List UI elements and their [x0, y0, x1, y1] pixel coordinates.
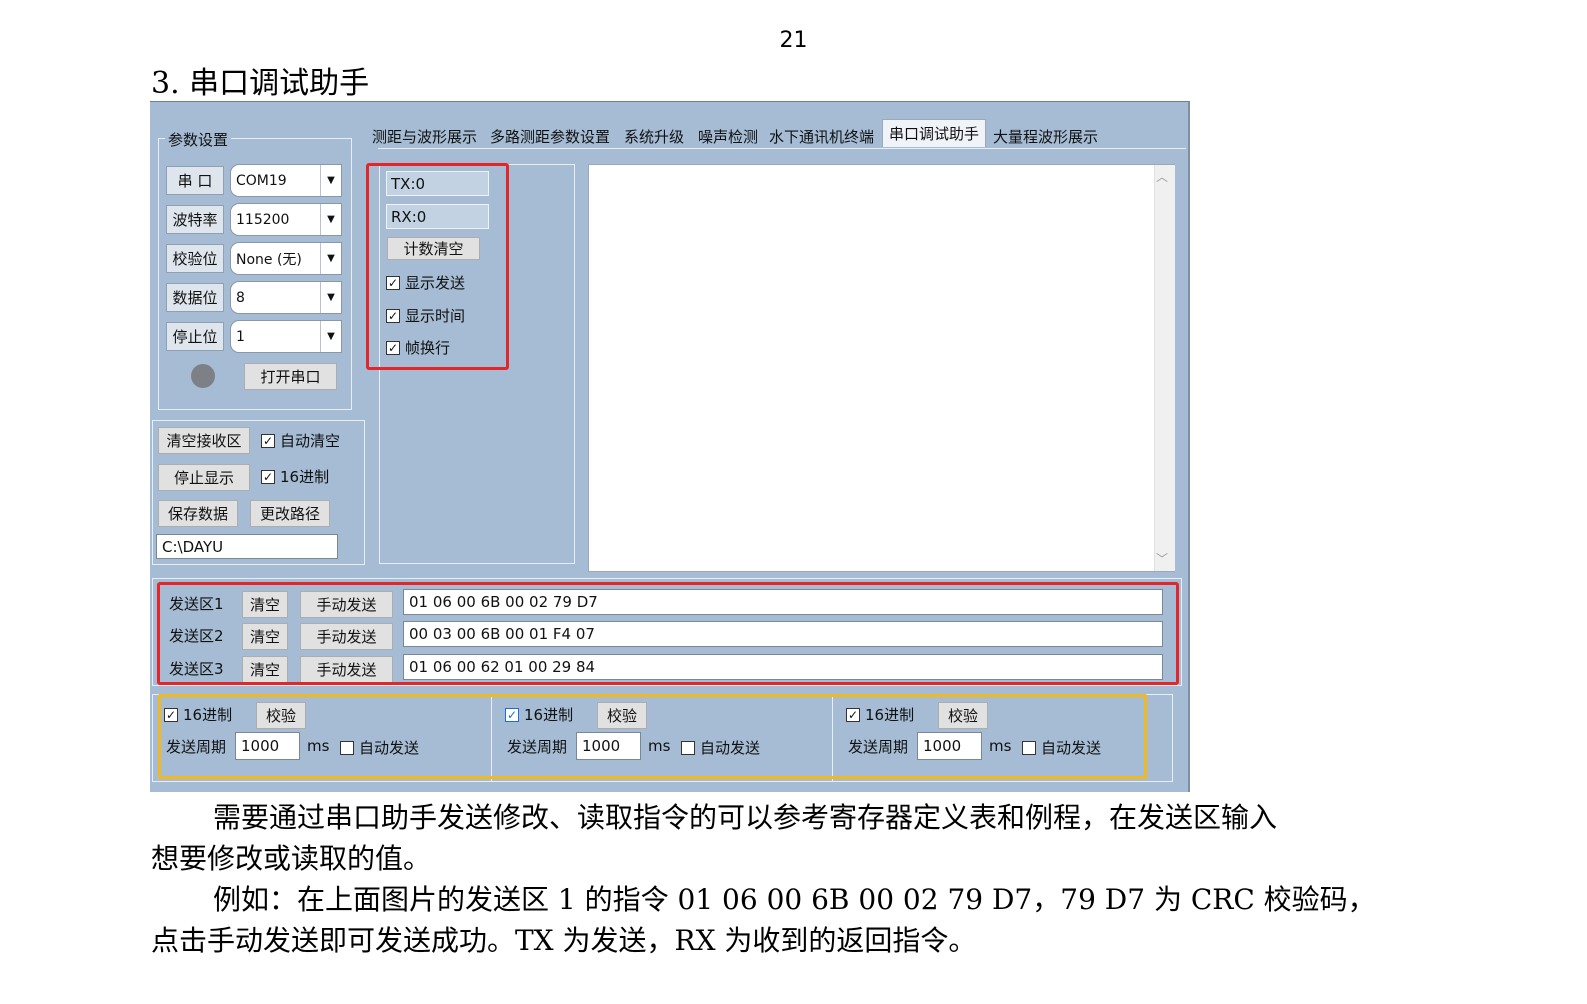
tab-ranging-waveform[interactable]: 测距与波形展示	[372, 126, 477, 147]
stop-display-button[interactable]: 停止显示	[158, 464, 250, 491]
clear-receive-button[interactable]: 清空接收区	[158, 427, 250, 454]
dropdown-arrow-icon[interactable]: ▼	[320, 243, 341, 274]
recv-hex-checkbox[interactable]: ✓ 16进制	[261, 466, 329, 487]
tab-system-upgrade[interactable]: 系统升级	[624, 126, 684, 147]
section-title: 3. 串口调试助手	[151, 66, 370, 101]
open-port-button[interactable]: 打开串口	[244, 363, 337, 390]
baud-select[interactable]: 115200 ▼	[230, 203, 342, 236]
port-label: 串 口	[166, 166, 224, 195]
paragraph-1-line-1: 需要通过串口助手发送修改、读取指令的可以参考寄存器定义表和例程，在发送区输入	[213, 801, 1278, 834]
baud-select-value: 115200	[236, 211, 290, 228]
paragraph-2-line-1: 例如：在上面图片的发送区 1 的指令 01 06 00 6B 00 02 79 …	[213, 883, 1376, 916]
databits-select-value: 8	[236, 289, 245, 306]
tab-underwater-terminal[interactable]: 水下通讯机终端	[769, 126, 874, 147]
save-path-input[interactable]: C:\DAYU	[156, 534, 338, 559]
change-path-button[interactable]: 更改路径	[250, 500, 330, 527]
scroll-up-icon[interactable]: ︿	[1156, 168, 1168, 185]
databits-select[interactable]: 8 ▼	[230, 281, 342, 314]
paragraph-instructions: 需要通过串口助手发送修改、读取指令的可以参考寄存器定义表和例程，在发送区输入 想…	[151, 797, 1441, 961]
stopbits-select-value: 1	[236, 328, 245, 345]
status-led-icon	[191, 364, 215, 388]
recv-hex-label: 16进制	[280, 468, 330, 486]
port-select[interactable]: COM19 ▼	[230, 164, 342, 197]
auto-clear-checkbox[interactable]: ✓ 自动清空	[261, 430, 340, 451]
stopbits-select[interactable]: 1 ▼	[230, 320, 342, 353]
checkmark-icon: ✓	[261, 433, 275, 448]
parity-select[interactable]: None (无) ▼	[230, 242, 342, 275]
send-options-highlight-box	[158, 694, 1147, 779]
counter-highlight-box	[366, 163, 509, 370]
port-select-value: COM19	[236, 172, 287, 189]
databits-label: 数据位	[166, 283, 224, 312]
parity-label: 校验位	[166, 244, 224, 273]
paragraph-2-line-2: 点击手动发送即可发送成功。TX 为发送，RX 为收到的返回指令。	[151, 924, 977, 957]
auto-clear-label: 自动清空	[280, 432, 341, 450]
dropdown-arrow-icon[interactable]: ▼	[320, 165, 341, 196]
receive-textarea[interactable]	[588, 164, 1175, 572]
paragraph-1-line-2: 想要修改或读取的值。	[151, 842, 432, 875]
params-group-title: 参数设置	[165, 129, 232, 150]
stopbits-label: 停止位	[166, 322, 224, 351]
checkmark-icon: ✓	[261, 469, 275, 484]
dropdown-arrow-icon[interactable]: ▼	[320, 204, 341, 235]
tab-large-range-waveform[interactable]: 大量程波形展示	[993, 126, 1098, 147]
tab-strip-line	[378, 148, 1186, 149]
save-data-button[interactable]: 保存数据	[158, 500, 238, 527]
send-area-highlight-box	[157, 582, 1179, 685]
tab-multi-ranging-params[interactable]: 多路测距参数设置	[490, 126, 610, 147]
parity-select-value: None (无)	[236, 251, 302, 268]
scroll-down-icon[interactable]: ﹀	[1156, 550, 1168, 567]
dropdown-arrow-icon[interactable]: ▼	[320, 282, 341, 313]
dropdown-arrow-icon[interactable]: ▼	[320, 321, 341, 352]
baud-label: 波特率	[166, 205, 224, 234]
tab-noise-detection[interactable]: 噪声检测	[698, 126, 758, 147]
page-number: 21	[779, 28, 808, 53]
tab-serial-assistant[interactable]: 串口调试助手	[882, 119, 987, 147]
serial-debug-window: 测距与波形展示 多路测距参数设置 系统升级 噪声检测 水下通讯机终端 串口调试助…	[150, 101, 1190, 792]
receive-scrollbar[interactable]	[1154, 165, 1175, 571]
